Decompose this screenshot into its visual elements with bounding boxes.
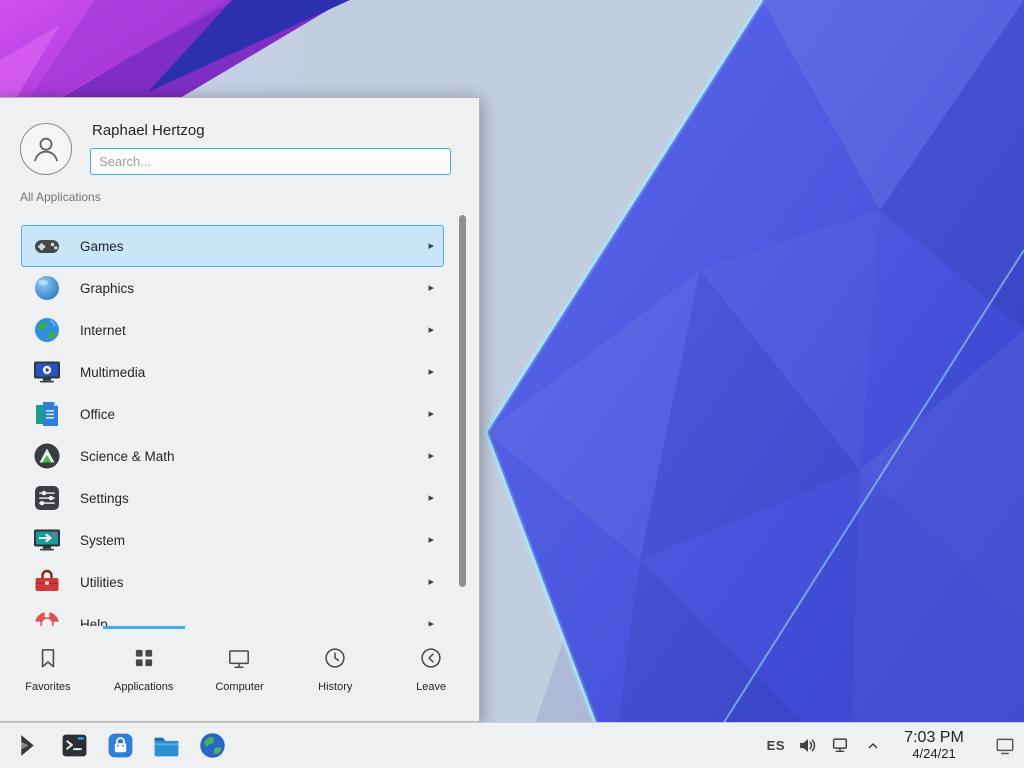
discover-icon xyxy=(106,731,135,760)
user-icon xyxy=(29,132,63,166)
launcher-tab-bar: Favorites Applications Computer History xyxy=(0,626,479,721)
browser-icon xyxy=(198,731,227,760)
app-category-list: Games ▸ Graphics ▸ Internet ▸ xyxy=(0,209,479,626)
tab-label: Leave xyxy=(416,681,446,693)
help-icon xyxy=(31,608,63,626)
submenu-arrow-icon: ▸ xyxy=(428,367,434,378)
network-icon xyxy=(831,736,850,755)
submenu-arrow-icon: ▸ xyxy=(428,619,434,627)
header-right: Raphael Hertzog xyxy=(90,112,463,175)
application-launcher: Raphael Hertzog All Applications Games ▸… xyxy=(0,97,480,722)
file-manager-button[interactable] xyxy=(146,726,186,766)
app-category-office[interactable]: Office ▸ xyxy=(21,393,444,435)
office-icon xyxy=(31,398,63,430)
settings-icon xyxy=(31,482,63,514)
tab-history[interactable]: History xyxy=(287,626,383,721)
taskbar: ES 7:03 PM 4/24/21 xyxy=(0,722,1024,768)
app-category-system[interactable]: System ▸ xyxy=(21,519,444,561)
multimedia-icon xyxy=(31,356,63,388)
digital-clock[interactable]: 7:03 PM 4/24/21 xyxy=(901,729,967,761)
submenu-arrow-icon: ▸ xyxy=(428,577,434,588)
graphics-icon xyxy=(31,272,63,304)
submenu-arrow-icon: ▸ xyxy=(428,535,434,546)
submenu-arrow-icon: ▸ xyxy=(428,451,434,462)
app-category-label: System xyxy=(80,533,428,548)
app-category-label: Multimedia xyxy=(80,365,428,380)
section-label: All Applications xyxy=(0,183,479,209)
app-category-label: Settings xyxy=(80,491,428,506)
desktop: Raphael Hertzog All Applications Games ▸… xyxy=(0,0,1024,768)
app-category-label: Internet xyxy=(80,323,428,338)
tab-favorites[interactable]: Favorites xyxy=(0,626,96,721)
network-button[interactable] xyxy=(829,735,851,757)
avatar[interactable] xyxy=(20,123,72,175)
utilities-icon xyxy=(31,566,63,598)
volume-button[interactable] xyxy=(796,735,818,757)
favorites-icon xyxy=(35,645,61,671)
app-category-label: Help xyxy=(80,617,428,627)
history-icon xyxy=(322,645,348,671)
tab-leave[interactable]: Leave xyxy=(383,626,479,721)
app-category-utilities[interactable]: Utilities ▸ xyxy=(21,561,444,603)
expand-arrow-icon xyxy=(866,739,880,753)
expand-tray-button[interactable] xyxy=(862,735,884,757)
applications-icon xyxy=(131,645,157,671)
app-category-settings[interactable]: Settings ▸ xyxy=(21,477,444,519)
terminal-button[interactable] xyxy=(54,726,94,766)
scrollbar[interactable] xyxy=(459,215,466,587)
submenu-arrow-icon: ▸ xyxy=(428,283,434,294)
kickoff-launcher-button[interactable] xyxy=(8,726,48,766)
clock-date: 4/24/21 xyxy=(901,747,967,762)
app-category-games[interactable]: Games ▸ xyxy=(21,225,444,267)
tab-label: Applications xyxy=(114,681,173,693)
show-desktop-button[interactable] xyxy=(990,725,1020,767)
show-desktop-icon xyxy=(994,735,1016,757)
tab-label: Favorites xyxy=(25,681,70,693)
app-category-help[interactable]: Help ▸ xyxy=(21,603,444,626)
app-category-label: Games xyxy=(80,239,428,254)
submenu-arrow-icon: ▸ xyxy=(428,241,434,252)
submenu-arrow-icon: ▸ xyxy=(428,409,434,420)
tab-label: Computer xyxy=(215,681,263,693)
games-icon xyxy=(31,230,63,262)
leave-icon xyxy=(418,645,444,671)
computer-icon xyxy=(226,645,252,671)
keyboard-layout-indicator[interactable]: ES xyxy=(767,738,785,753)
file-manager-icon xyxy=(152,731,181,760)
submenu-arrow-icon: ▸ xyxy=(428,493,434,504)
tab-computer[interactable]: Computer xyxy=(192,626,288,721)
science-icon xyxy=(31,440,63,472)
user-name: Raphael Hertzog xyxy=(92,122,451,139)
tab-applications[interactable]: Applications xyxy=(96,626,192,721)
kickoff-icon xyxy=(14,731,43,760)
app-category-label: Utilities xyxy=(80,575,428,590)
search-input[interactable] xyxy=(90,148,451,175)
app-category-label: Science & Math xyxy=(80,449,428,464)
app-category-label: Office xyxy=(80,407,428,422)
launcher-header: Raphael Hertzog xyxy=(0,98,479,183)
tab-label: History xyxy=(318,681,352,693)
app-category-multimedia[interactable]: Multimedia ▸ xyxy=(21,351,444,393)
clock-time: 7:03 PM xyxy=(901,729,967,747)
app-category-science-math[interactable]: Science & Math ▸ xyxy=(21,435,444,477)
browser-button[interactable] xyxy=(192,726,232,766)
system-tray: ES 7:03 PM 4/24/21 xyxy=(767,725,1020,767)
app-category-label: Graphics xyxy=(80,281,428,296)
submenu-arrow-icon: ▸ xyxy=(428,325,434,336)
system-icon xyxy=(31,524,63,556)
internet-icon xyxy=(31,314,63,346)
app-category-internet[interactable]: Internet ▸ xyxy=(21,309,444,351)
app-category-graphics[interactable]: Graphics ▸ xyxy=(21,267,444,309)
volume-icon xyxy=(798,736,817,755)
discover-button[interactable] xyxy=(100,726,140,766)
terminal-icon xyxy=(60,731,89,760)
